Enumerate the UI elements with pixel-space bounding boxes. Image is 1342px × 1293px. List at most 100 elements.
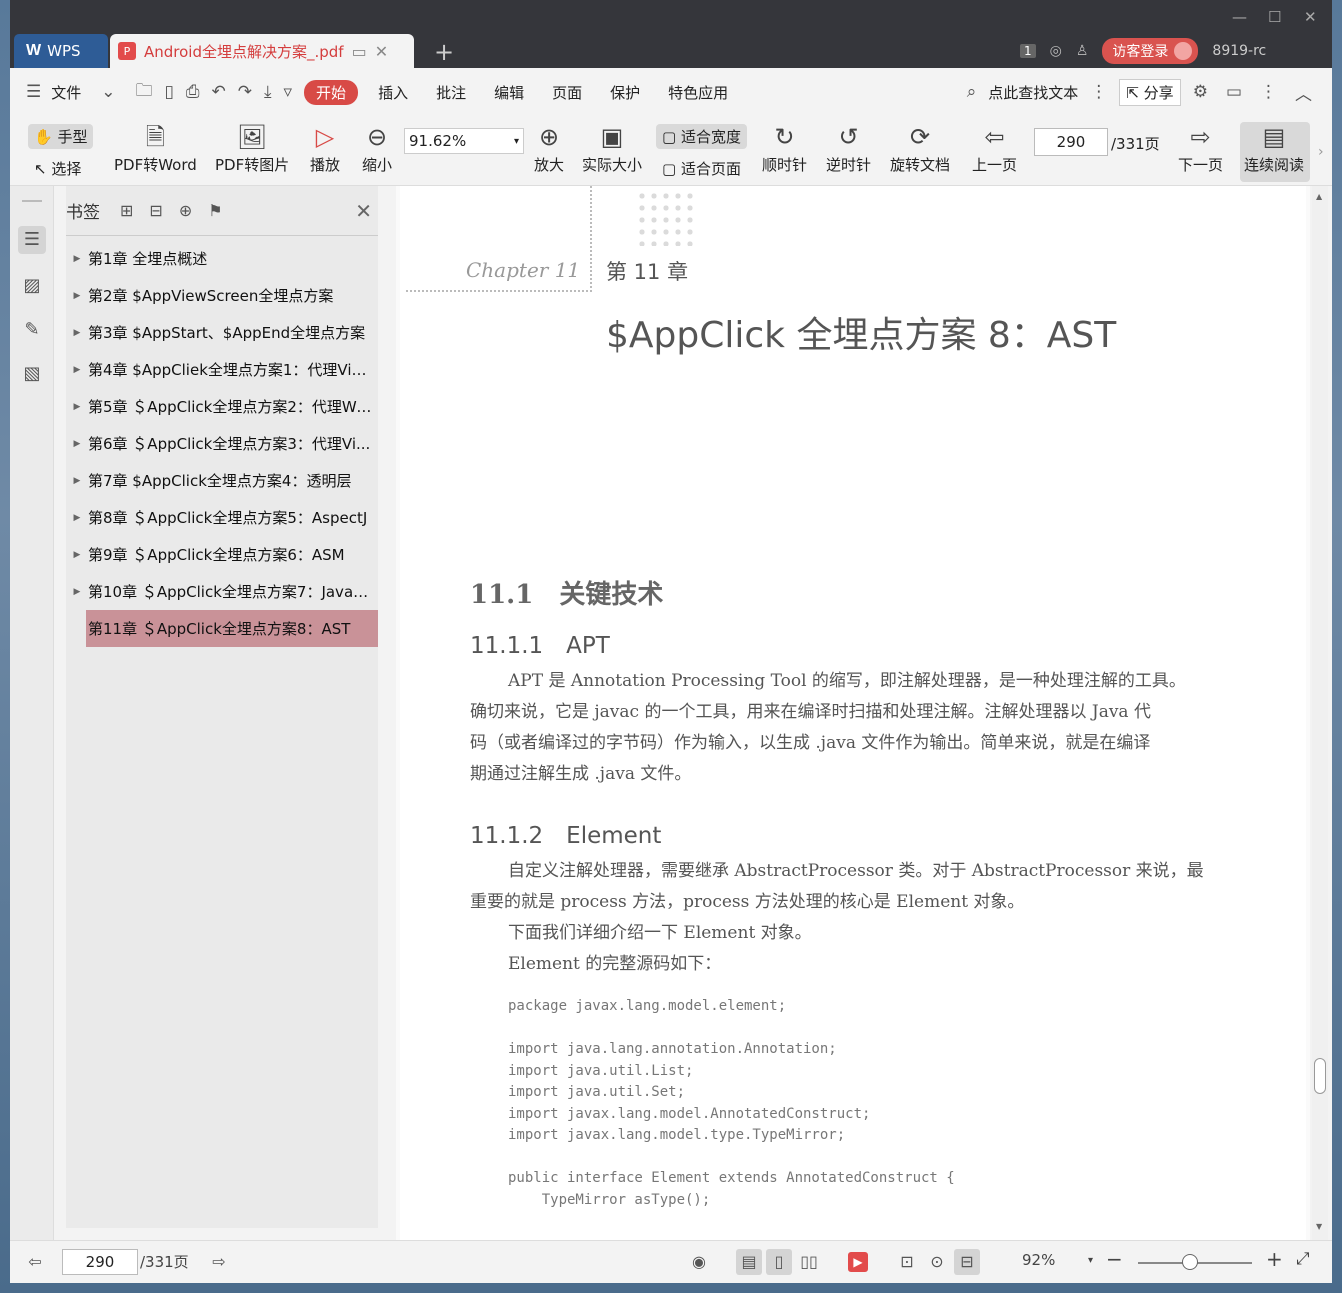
zoom-out-button[interactable]: ⊖ 缩小: [362, 122, 392, 175]
menu-special[interactable]: 特色应用: [654, 82, 742, 103]
menu-insert[interactable]: 插入: [364, 82, 422, 103]
close-window-icon[interactable]: ✕: [1304, 8, 1317, 26]
fullscreen-icon[interactable]: ⤢: [1296, 1249, 1310, 1269]
bookmark-item[interactable]: ▶ 第9章 ＄AppClick全埋点方案6：ASM: [66, 536, 378, 573]
expand-arrow-icon[interactable]: ▶: [66, 254, 88, 264]
document-tab[interactable]: P Android全埋点解决方案_.pdf ▭ ✕: [110, 34, 414, 68]
collapse-ribbon-icon[interactable]: ︿: [1289, 80, 1318, 105]
actual-size-button[interactable]: ▣ 实际大小: [582, 122, 642, 175]
zoom-out-icon[interactable]: −: [1106, 1247, 1123, 1271]
zoom-input[interactable]: 91.62% ▾: [404, 128, 524, 154]
bookmark-item-selected[interactable]: ▶第11章 ＄AppClick全埋点方案8：AST: [86, 610, 378, 647]
more-options-icon[interactable]: ⋮: [1254, 82, 1283, 102]
zoom-dropdown-icon[interactable]: ▾: [1088, 1255, 1093, 1266]
fit-width-icon[interactable]: ⊟: [954, 1249, 980, 1275]
more-vertical-icon[interactable]: ⋮: [1084, 82, 1113, 102]
pdf-to-image-button[interactable]: 🖼 PDF转图片: [215, 122, 289, 175]
bookmark-settings-icon[interactable]: ⚑: [208, 201, 222, 220]
close-panel-icon[interactable]: ✕: [355, 199, 372, 223]
zoom-level[interactable]: 92%: [1022, 1251, 1055, 1269]
expand-arrow-icon[interactable]: ▶: [66, 513, 88, 523]
fit-page-icon[interactable]: ⊙: [924, 1249, 950, 1275]
page-number-input[interactable]: 290: [1034, 128, 1108, 156]
fit-width-button[interactable]: ▢ 适合宽度: [656, 124, 747, 149]
maximize-icon[interactable]: ☐: [1268, 8, 1281, 26]
thumbnail-icon[interactable]: ▨: [18, 272, 46, 300]
zoom-slider-handle[interactable]: [1182, 1254, 1198, 1270]
select-tool-button[interactable]: ↖ 选择: [34, 158, 81, 179]
scroll-thumb[interactable]: [1314, 1058, 1326, 1094]
expand-arrow-icon[interactable]: ▶: [66, 476, 88, 486]
window-count-badge[interactable]: 1: [1020, 44, 1036, 58]
redo-icon[interactable]: ↷: [232, 82, 258, 102]
open-folder-icon[interactable]: 🗀: [130, 78, 159, 107]
pdf-to-word-button[interactable]: 🗎 PDF转Word: [114, 122, 197, 175]
signature-icon[interactable]: ▧: [18, 360, 46, 388]
search-icon[interactable]: ⌕: [961, 82, 983, 102]
scroll-up-icon[interactable]: ▲: [1316, 192, 1322, 201]
print-icon[interactable]: ⎙: [180, 82, 206, 102]
expand-arrow-icon[interactable]: ▶: [66, 291, 88, 301]
play-button[interactable]: ▷ 播放: [310, 122, 340, 175]
bookmark-item[interactable]: ▶ 第4章 $AppCliek全埋点方案1：代理Vie...: [66, 351, 378, 388]
save-icon[interactable]: ▯: [159, 82, 180, 102]
bookmark-item[interactable]: ▶ 第7章 $AppClick全埋点方案4：透明层: [66, 462, 378, 499]
expand-arrow-icon[interactable]: ▶: [66, 328, 88, 338]
status-page-input[interactable]: 290: [62, 1249, 138, 1275]
file-menu[interactable]: 文件: [47, 82, 95, 103]
hand-tool-button[interactable]: ✋ 手型: [28, 124, 94, 149]
more-dropdown-icon[interactable]: ▿: [278, 82, 299, 102]
rotate-counterclockwise-button[interactable]: ↺ 逆时针: [826, 122, 871, 175]
pin-icon[interactable]: ▭: [352, 42, 367, 61]
fit-page-button[interactable]: ▢ 适合页面: [662, 158, 741, 179]
scroll-down-icon[interactable]: ▼: [1316, 1222, 1322, 1231]
menu-edit[interactable]: 编辑: [480, 82, 538, 103]
export-icon[interactable]: ⤓: [258, 82, 278, 102]
menu-page[interactable]: 页面: [538, 82, 596, 103]
collapse-all-icon[interactable]: ⊟: [149, 201, 162, 220]
find-text-button[interactable]: 点此查找文本: [988, 82, 1078, 103]
zoom-in-button[interactable]: ⊕ 放大: [534, 122, 564, 175]
zoom-dropdown-icon[interactable]: ▾: [514, 136, 519, 147]
undo-icon[interactable]: ↶: [205, 82, 231, 102]
menu-start[interactable]: 开始: [304, 79, 359, 105]
minimize-icon[interactable]: —: [1232, 8, 1247, 26]
actual-size-icon[interactable]: ⊡: [894, 1249, 920, 1275]
expand-all-icon[interactable]: ⊞: [120, 201, 133, 220]
expand-arrow-icon[interactable]: ▶: [66, 402, 88, 412]
add-bookmark-icon[interactable]: ⊕: [179, 201, 192, 220]
annotation-icon[interactable]: ✎: [18, 316, 46, 344]
bookmark-item[interactable]: ▶ 第3章 $AppStart、$AppEnd全埋点方案: [66, 314, 378, 351]
comment-icon[interactable]: ▭: [1220, 82, 1248, 102]
two-page-icon[interactable]: ▯▯: [796, 1249, 822, 1275]
expand-arrow-icon[interactable]: ▶: [66, 550, 88, 560]
bookmark-item[interactable]: ▶ 第8章 ＄AppClick全埋点方案5：AspectJ: [66, 499, 378, 536]
expand-arrow-icon[interactable]: ▶: [66, 587, 88, 597]
new-tab-button[interactable]: +: [434, 38, 454, 66]
chevron-down-icon[interactable]: ⌄: [95, 82, 121, 102]
skin-icon[interactable]: ♙: [1076, 43, 1089, 59]
zoom-in-icon[interactable]: +: [1266, 1247, 1283, 1271]
prev-page-icon[interactable]: ⇦: [22, 1249, 48, 1275]
close-tab-icon[interactable]: ✕: [375, 42, 388, 61]
play-icon[interactable]: ▶: [848, 1252, 868, 1272]
hamburger-icon[interactable]: ☰: [10, 82, 47, 102]
eye-protection-icon[interactable]: ◉: [686, 1249, 712, 1275]
toolbar-scroll-right-icon[interactable]: ›: [1318, 144, 1324, 160]
rotate-clockwise-button[interactable]: ↻ 顺时针: [762, 122, 807, 175]
menu-protect[interactable]: 保护: [596, 82, 654, 103]
bookmark-item[interactable]: ▶ 第6章 ＄AppClick全埋点方案3：代理Vi...: [66, 425, 378, 462]
vertical-scrollbar[interactable]: ▲ ▼: [1312, 186, 1328, 1240]
gear-icon[interactable]: ⚙: [1187, 82, 1214, 102]
bookmark-item[interactable]: ▶ 第5章 ＄AppClick全埋点方案2：代理Wi...: [66, 388, 378, 425]
bookmark-item[interactable]: ▶ 第2章 $AppViewScreen全埋点方案: [66, 277, 378, 314]
next-page-icon[interactable]: ⇨: [206, 1249, 232, 1275]
bookmark-list-icon[interactable]: ☰: [18, 226, 46, 254]
next-page-button[interactable]: ⇨ 下一页: [1178, 122, 1223, 175]
bookmark-item[interactable]: ▶ 第10章 ＄AppClick全埋点方案7：Javas...: [66, 573, 378, 610]
single-page-icon[interactable]: ▯: [766, 1249, 792, 1275]
bookmark-item[interactable]: ▶ 第1章 全埋点概述: [66, 240, 378, 277]
expand-arrow-icon[interactable]: ▶: [66, 439, 88, 449]
sync-icon[interactable]: ◎: [1050, 43, 1062, 59]
expand-arrow-icon[interactable]: ▶: [66, 365, 88, 375]
